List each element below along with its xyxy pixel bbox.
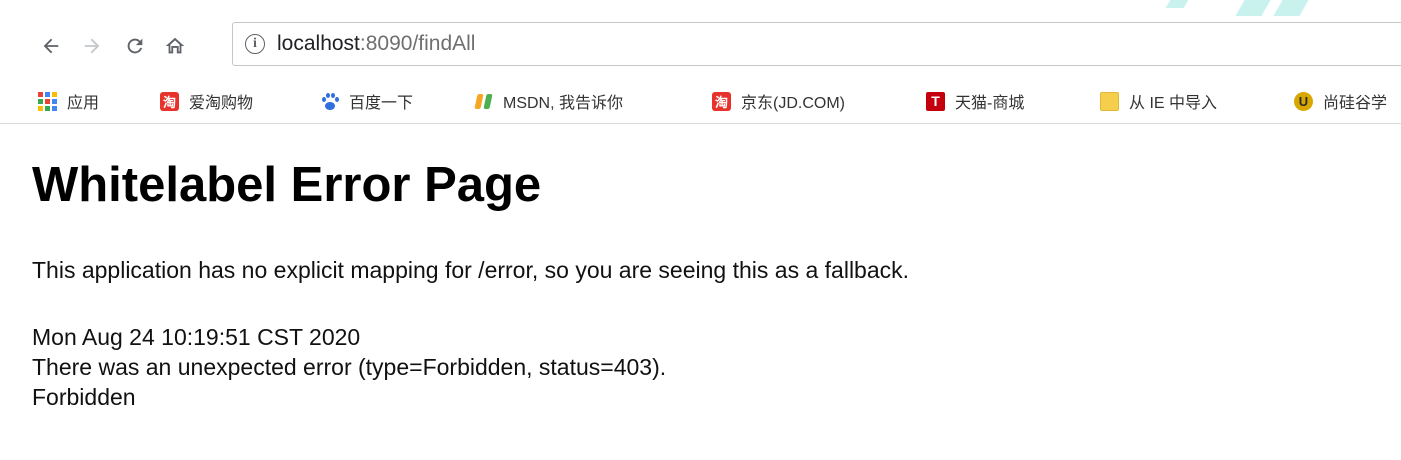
- forward-button[interactable]: [77, 28, 107, 64]
- forward-icon: [84, 38, 100, 54]
- error-type-line: There was an unexpected error (type=Forb…: [32, 354, 667, 380]
- error-timestamp: Mon Aug 24 10:19:51 CST 2020: [32, 324, 361, 350]
- msdn-icon: [474, 92, 493, 111]
- watermark-stroke: [1235, 0, 1271, 16]
- error-details: Mon Aug 24 10:19:51 CST 2020 There was a…: [32, 322, 666, 412]
- bookmark-label: 京东(JD.COM): [741, 95, 845, 112]
- watermark-stroke: [1273, 0, 1309, 16]
- bookmark-label: 应用: [67, 95, 100, 112]
- bookmark-label: 百度一下: [349, 95, 414, 112]
- bookmark-label: 从 IE 中导入: [1129, 95, 1218, 112]
- bookmark-apps[interactable]: 应用: [38, 88, 99, 114]
- bookmark-label: 爱淘购物: [189, 95, 254, 112]
- bookmark-tmall[interactable]: T 天猫-商城: [926, 88, 1024, 114]
- bookmark-sgg[interactable]: U 尚硅谷学: [1294, 88, 1387, 114]
- folder-icon: [1100, 91, 1119, 111]
- url-text[interactable]: localhost:8090/findAll: [277, 32, 475, 56]
- error-message: Forbidden: [32, 384, 136, 410]
- page-title: Whitelabel Error Page: [32, 158, 542, 212]
- reload-button[interactable]: [120, 28, 150, 64]
- bookmark-msdn[interactable]: MSDN, 我告诉你: [474, 88, 623, 114]
- back-icon: [43, 38, 59, 54]
- bookmark-label: 天猫-商城: [955, 95, 1025, 112]
- reload-icon: [127, 38, 143, 54]
- error-description: This application has no explicit mapping…: [32, 257, 910, 283]
- home-icon: [165, 37, 185, 54]
- address-bar[interactable]: i localhost:8090/findAll: [232, 22, 1401, 66]
- url-host: localhost: [277, 32, 360, 55]
- info-icon[interactable]: i: [245, 34, 265, 54]
- bookmark-baidu[interactable]: 百度一下: [320, 88, 413, 114]
- bookmark-label: 尚硅谷学: [1323, 95, 1388, 112]
- back-button[interactable]: [36, 28, 66, 64]
- bookmark-label: MSDN, 我告诉你: [503, 95, 624, 112]
- url-path: :8090/findAll: [359, 32, 476, 55]
- bookmark-aitao[interactable]: 淘 爱淘购物: [160, 88, 253, 114]
- sgg-icon: U: [1294, 91, 1313, 111]
- taobao-icon: 淘: [712, 91, 731, 111]
- taobao-icon: 淘: [160, 91, 179, 111]
- apps-grid-icon: [38, 91, 57, 111]
- bookmark-jd[interactable]: 淘 京东(JD.COM): [712, 88, 845, 114]
- bookmark-folder-ie-import[interactable]: 从 IE 中导入: [1100, 88, 1217, 114]
- tmall-icon: T: [926, 91, 945, 111]
- home-button[interactable]: [160, 28, 190, 64]
- watermark-stroke: [1165, 0, 1189, 8]
- bookmarks-bar: 应用 淘 爱淘购物 百度一下 MSDN, 我告诉你 淘 京东(JD.COM) T…: [0, 80, 1401, 124]
- browser-toolbar: i localhost:8090/findAll: [0, 18, 1401, 74]
- baidu-paw-icon: [320, 92, 339, 111]
